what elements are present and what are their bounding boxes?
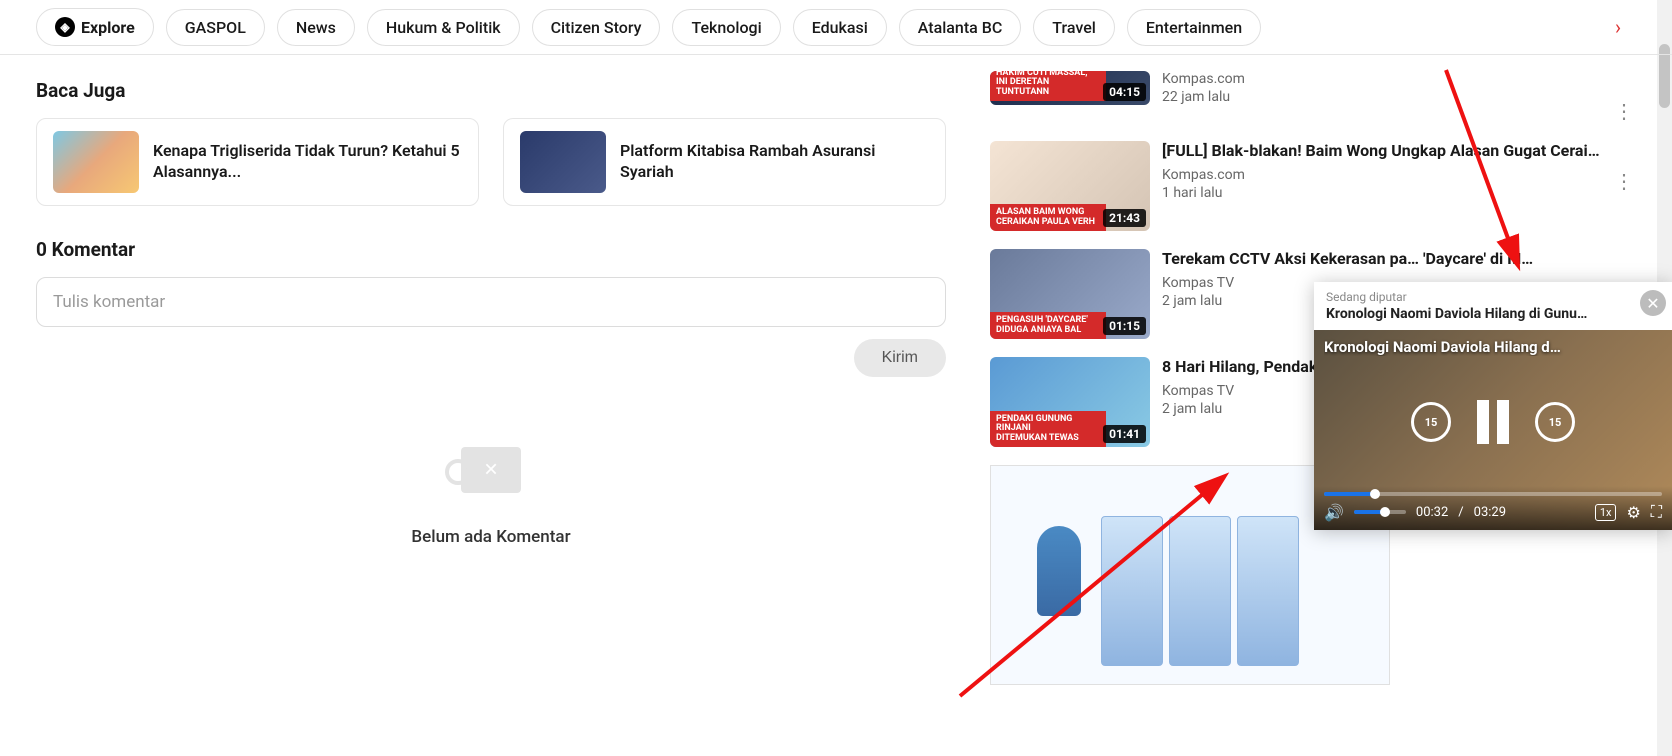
- video-menu-button[interactable]: ⋮: [1612, 141, 1636, 231]
- pip-controls-bar: 🔊 00:32 / 03:29 1x ⚙ ⛶: [1314, 486, 1672, 530]
- pause-icon: [1477, 400, 1489, 444]
- video-menu-button[interactable]: ⋮: [1612, 71, 1636, 123]
- nav-item-edukasi[interactable]: Edukasi: [793, 9, 887, 46]
- video-thumb-caption: PENDAKI GUNUNG RINJANIDITEMUKAN TEWAS: [990, 411, 1106, 447]
- video-duration: 21:43: [1103, 209, 1146, 227]
- nav-item-hukum-politik[interactable]: Hukum & Politik: [367, 9, 520, 46]
- video-time: 1 hari lalu: [1162, 185, 1612, 201]
- progress-bar[interactable]: [1324, 492, 1662, 496]
- video-source: Kompas.com: [1162, 71, 1612, 87]
- video-duration: 04:15: [1103, 83, 1146, 101]
- video-thumbnail[interactable]: PENDAKI GUNUNG RINJANIDITEMUKAN TEWAS 01…: [990, 357, 1150, 447]
- nav-item-teknologi[interactable]: Teknologi: [672, 9, 780, 46]
- nav-item-gaspol[interactable]: GASPOL: [166, 9, 265, 46]
- rewind-15-icon: 15: [1425, 416, 1438, 429]
- video-thumb-caption: PENGASUH 'DAYCARE'DIDUGA ANIAYA BAL: [990, 312, 1106, 339]
- pip-video-area[interactable]: Kronologi Naomi Daviola Hilang d… 15 15 …: [1314, 330, 1672, 530]
- nav-item-news[interactable]: News: [277, 9, 355, 46]
- comment-input[interactable]: Tulis komentar: [36, 277, 946, 327]
- pip-header: Sedang diputar Kronologi Naomi Daviola H…: [1314, 282, 1672, 330]
- read-also-title: Kenapa Trigliserida Tidak Turun? Ketahui…: [153, 141, 462, 183]
- read-also-title: Platform Kitabisa Rambah Asuransi Syaria…: [620, 141, 929, 183]
- rewind-15-button[interactable]: 15: [1411, 402, 1451, 442]
- read-also-card[interactable]: Platform Kitabisa Rambah Asuransi Syaria…: [503, 118, 946, 206]
- chevron-right-icon: ›: [1615, 15, 1621, 39]
- read-also-row: Kenapa Trigliserida Tidak Turun? Ketahui…: [36, 118, 946, 206]
- time-elapsed: 00:32: [1416, 505, 1448, 520]
- nav-item-citizen-story[interactable]: Citizen Story: [532, 9, 661, 46]
- nav-item-atalanta-bc[interactable]: Atalanta BC: [899, 9, 1022, 46]
- video-duration: 01:41: [1103, 425, 1146, 443]
- read-also-heading: Baca Juga: [36, 79, 946, 102]
- forward-15-button[interactable]: 15: [1535, 402, 1575, 442]
- main-column: Baca Juga Kenapa Trigliserida Tidak Turu…: [36, 71, 946, 685]
- more-vertical-icon: ⋮: [1614, 169, 1634, 193]
- submit-comment-button[interactable]: Kirim: [854, 339, 946, 377]
- progress-handle[interactable]: [1370, 489, 1380, 499]
- pip-title: Kronologi Naomi Daviola Hilang di Gunu…: [1326, 306, 1636, 322]
- time-total: 03:29: [1474, 505, 1506, 520]
- video-time: 22 jam lalu: [1162, 89, 1612, 105]
- video-thumb-caption: HAKIM CUTI MASSAL,INI DERETAN TUNTUTANN: [990, 71, 1106, 101]
- read-also-thumb: [53, 131, 139, 193]
- pip-status: Sedang diputar: [1326, 290, 1636, 304]
- ad-illustration-person: [1037, 526, 1081, 616]
- forward-15-icon: 15: [1549, 416, 1562, 429]
- video-source: Kompas.com: [1162, 167, 1612, 183]
- video-title[interactable]: [FULL] Blak-blakan! Baim Wong Ungkap Ala…: [1162, 141, 1612, 161]
- more-vertical-icon: ⋮: [1614, 99, 1634, 123]
- top-nav: ◈ Explore GASPOL News Hukum & Politik Ci…: [0, 0, 1672, 55]
- pip-player: Sedang diputar Kronologi Naomi Daviola H…: [1314, 282, 1672, 530]
- video-thumbnail[interactable]: PENGASUH 'DAYCARE'DIDUGA ANIAYA BAL 01:1…: [990, 249, 1150, 339]
- pip-overlay-title: Kronologi Naomi Daviola Hilang d…: [1324, 338, 1624, 356]
- volume-slider[interactable]: [1354, 510, 1406, 514]
- read-also-thumb: [520, 131, 606, 193]
- video-thumbnail[interactable]: ALASAN BAIM WONGCERAIKAN PAULA VERH 21:4…: [990, 141, 1150, 231]
- ad-illustration-servers: [1101, 516, 1299, 666]
- nav-explore[interactable]: ◈ Explore: [36, 8, 154, 46]
- video-duration: 01:15: [1103, 317, 1146, 335]
- pip-center-controls: 15 15: [1411, 400, 1575, 444]
- fullscreen-button[interactable]: ⛶: [1651, 502, 1662, 522]
- volume-button[interactable]: 🔊: [1324, 503, 1344, 522]
- pause-icon: [1497, 400, 1509, 444]
- read-also-card[interactable]: Kenapa Trigliserida Tidak Turun? Ketahui…: [36, 118, 479, 206]
- pause-button[interactable]: [1477, 400, 1509, 444]
- video-thumbnail[interactable]: HAKIM CUTI MASSAL,INI DERETAN TUNTUTANN …: [990, 71, 1150, 105]
- nav-item-entertainment[interactable]: Entertainmen: [1127, 9, 1261, 46]
- settings-button[interactable]: ⚙: [1626, 503, 1640, 522]
- video-title[interactable]: Terekam CCTV Aksi Kekerasan pa… 'Daycare…: [1162, 249, 1636, 269]
- nav-item-travel[interactable]: Travel: [1033, 9, 1115, 46]
- comment-placeholder: Tulis komentar: [53, 292, 165, 312]
- nav-explore-label: Explore: [81, 18, 135, 37]
- empty-state-icon: [431, 417, 551, 507]
- time-separator: /: [1458, 505, 1463, 520]
- progress-fill: [1324, 492, 1375, 496]
- close-icon: ✕: [1646, 294, 1659, 313]
- volume-handle[interactable]: [1380, 507, 1390, 517]
- nav-scroll-right[interactable]: ›: [1604, 13, 1632, 41]
- pip-close-button[interactable]: ✕: [1640, 290, 1666, 316]
- compass-icon: ◈: [55, 17, 75, 37]
- comments-heading: 0 Komentar: [36, 238, 946, 261]
- empty-state-text: Belum ada Komentar: [411, 527, 570, 547]
- video-thumb-caption: ALASAN BAIM WONGCERAIKAN PAULA VERH: [990, 204, 1106, 231]
- video-item: HAKIM CUTI MASSAL,INI DERETAN TUNTUTANN …: [990, 71, 1636, 123]
- playback-speed-button[interactable]: 1x: [1595, 504, 1617, 521]
- comments-empty-state: Belum ada Komentar: [36, 417, 946, 547]
- video-item: ALASAN BAIM WONGCERAIKAN PAULA VERH 21:4…: [990, 141, 1636, 231]
